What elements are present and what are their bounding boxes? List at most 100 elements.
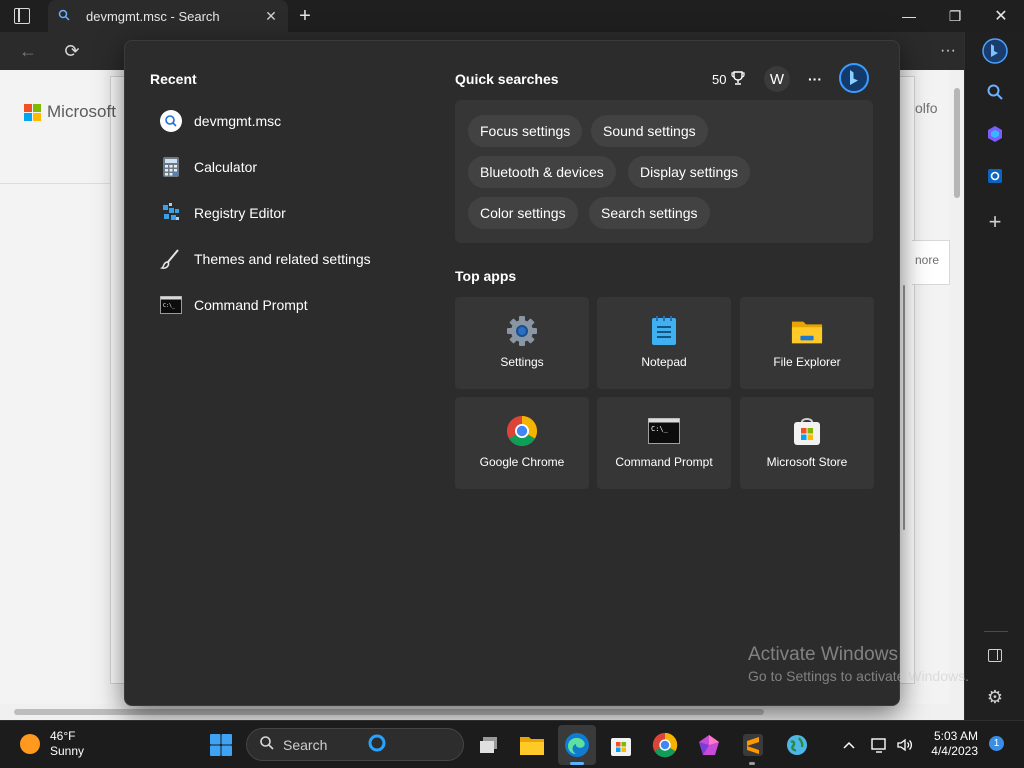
rewards-points[interactable]: 50 — [712, 70, 746, 89]
recent-item-label: devmgmt.msc — [194, 113, 282, 129]
svg-text:C:\_: C:\_ — [163, 303, 176, 309]
search-icon — [159, 109, 183, 133]
close-tab-icon[interactable]: ✕ — [264, 8, 278, 25]
weather-condition: Sunny — [50, 744, 85, 758]
microsoft-store-icon[interactable] — [606, 730, 636, 760]
new-tab-button[interactable]: + — [293, 4, 317, 28]
tab-actions-icon[interactable] — [14, 8, 30, 24]
trophy-icon — [730, 70, 746, 89]
notification-badge[interactable]: 1 — [989, 736, 1004, 751]
rewards-points-value: 50 — [712, 72, 727, 87]
start-button[interactable] — [206, 730, 236, 760]
top-app-notepad[interactable]: Notepad — [597, 297, 731, 389]
close-window-button[interactable]: ✕ — [978, 0, 1024, 32]
volume-icon[interactable] — [890, 730, 920, 760]
gem-app-icon[interactable] — [694, 730, 724, 760]
recent-item-label: Calculator — [194, 159, 258, 175]
recent-item-label: Command Prompt — [194, 297, 308, 313]
more-options-button[interactable]: ··· — [804, 68, 826, 90]
command-prompt-icon: C:\_ — [648, 415, 680, 447]
top-app-file-explorer[interactable]: File Explorer — [740, 297, 874, 389]
outlook-icon[interactable] — [980, 161, 1010, 191]
account-avatar[interactable]: W — [764, 66, 790, 92]
chrome-icon[interactable] — [650, 730, 680, 760]
sun-icon — [20, 734, 40, 754]
calculator-icon — [159, 155, 183, 179]
add-icon[interactable]: + — [980, 207, 1010, 237]
clock-time: 5:03 AM — [933, 729, 978, 743]
app-label: Command Prompt — [615, 455, 713, 469]
search-icon — [259, 735, 275, 754]
microsoft-store-icon — [791, 415, 823, 447]
more-menu-button[interactable]: ··· — [934, 38, 962, 64]
quick-search-chip[interactable]: Color settings — [468, 197, 578, 229]
minimize-button[interactable]: — — [886, 0, 932, 32]
search-highlight-icon — [367, 733, 387, 756]
recent-item-themes[interactable]: Themes and related settings — [159, 245, 371, 273]
flyout-scrollbar[interactable] — [903, 285, 905, 530]
recent-item-registry-editor[interactable]: Registry Editor — [159, 199, 286, 227]
file-explorer-icon — [791, 315, 823, 347]
quick-search-chip[interactable]: Search settings — [589, 197, 710, 229]
command-prompt-icon: C:\_ — [159, 293, 183, 317]
network-globe-icon[interactable] — [782, 730, 812, 760]
svg-text:C:\_: C:\_ — [651, 425, 669, 433]
refresh-button[interactable]: ⟳ — [58, 38, 86, 64]
clock[interactable]: 5:03 AM 4/4/2023 — [926, 729, 978, 759]
page-peek-more[interactable]: nore — [915, 253, 939, 267]
quick-search-chip[interactable]: Focus settings — [468, 115, 583, 147]
quick-search-chip[interactable]: Bluetooth & devices — [468, 156, 616, 188]
chrome-icon — [506, 415, 538, 447]
settings-gear-icon — [506, 315, 538, 347]
top-app-settings[interactable]: Settings — [455, 297, 589, 389]
app-label: Microsoft Store — [766, 455, 848, 469]
restore-button[interactable]: ❐ — [932, 0, 978, 32]
back-button[interactable]: ← — [14, 38, 42, 64]
microsoft-grid-icon — [24, 103, 41, 121]
registry-editor-icon — [159, 201, 183, 225]
notepad-icon — [648, 315, 680, 347]
search-icon[interactable] — [980, 77, 1010, 107]
horizontal-scrollbar[interactable] — [0, 704, 964, 720]
browser-tab[interactable]: devmgmt.msc - Search ✕ — [48, 0, 288, 32]
recent-item-label: Themes and related settings — [194, 251, 371, 267]
recent-item-devmgmt[interactable]: devmgmt.msc — [159, 107, 281, 135]
top-app-command-prompt[interactable]: C:\_ Command Prompt — [597, 397, 731, 489]
search-placeholder: Search — [283, 736, 328, 753]
page-peek-text: olfo — [915, 100, 938, 116]
recent-item-label: Registry Editor — [194, 205, 286, 221]
activation-watermark-text: Go to Settings to activate Windows. — [748, 668, 969, 684]
task-view-icon[interactable] — [474, 730, 504, 760]
brand-name: Microsoft — [47, 102, 116, 121]
tab-title: devmgmt.msc - Search — [86, 8, 220, 24]
vertical-scrollbar[interactable] — [950, 70, 964, 705]
microsoft-logo[interactable]: Microsoft — [24, 102, 116, 122]
top-app-microsoft-store[interactable]: Microsoft Store — [740, 397, 874, 489]
clock-date: 4/4/2023 — [931, 744, 978, 758]
weather-temperature: 46°F — [50, 729, 76, 743]
app-label: Settings — [500, 355, 544, 369]
taskbar-search-box[interactable]: Search — [246, 728, 464, 761]
running-indicator — [749, 762, 755, 765]
edge-icon[interactable] — [562, 730, 592, 760]
weather-widget[interactable]: 46°F Sunny — [20, 729, 84, 759]
gear-icon[interactable]: ⚙ — [980, 682, 1010, 712]
bing-icon[interactable] — [838, 62, 870, 99]
quick-searches-heading: Quick searches — [455, 71, 559, 87]
divider — [0, 183, 110, 184]
top-app-google-chrome[interactable]: Google Chrome — [455, 397, 589, 489]
sublime-text-icon[interactable] — [738, 730, 768, 760]
recent-item-calculator[interactable]: Calculator — [159, 153, 257, 181]
file-explorer-icon[interactable] — [517, 730, 547, 760]
recent-heading: Recent — [150, 71, 197, 87]
sidebar-toggle-icon[interactable] — [980, 640, 1010, 670]
quick-search-chip[interactable]: Sound settings — [591, 115, 708, 147]
running-indicator — [570, 762, 584, 765]
recent-item-command-prompt[interactable]: C:\_ Command Prompt — [159, 291, 308, 319]
brush-icon — [159, 247, 183, 271]
quick-search-chip[interactable]: Display settings — [628, 156, 751, 188]
bing-chat-icon[interactable] — [980, 36, 1010, 66]
app-label: Notepad — [641, 355, 687, 369]
chevron-up-icon[interactable] — [834, 730, 864, 760]
copilot-icon[interactable] — [980, 119, 1010, 149]
